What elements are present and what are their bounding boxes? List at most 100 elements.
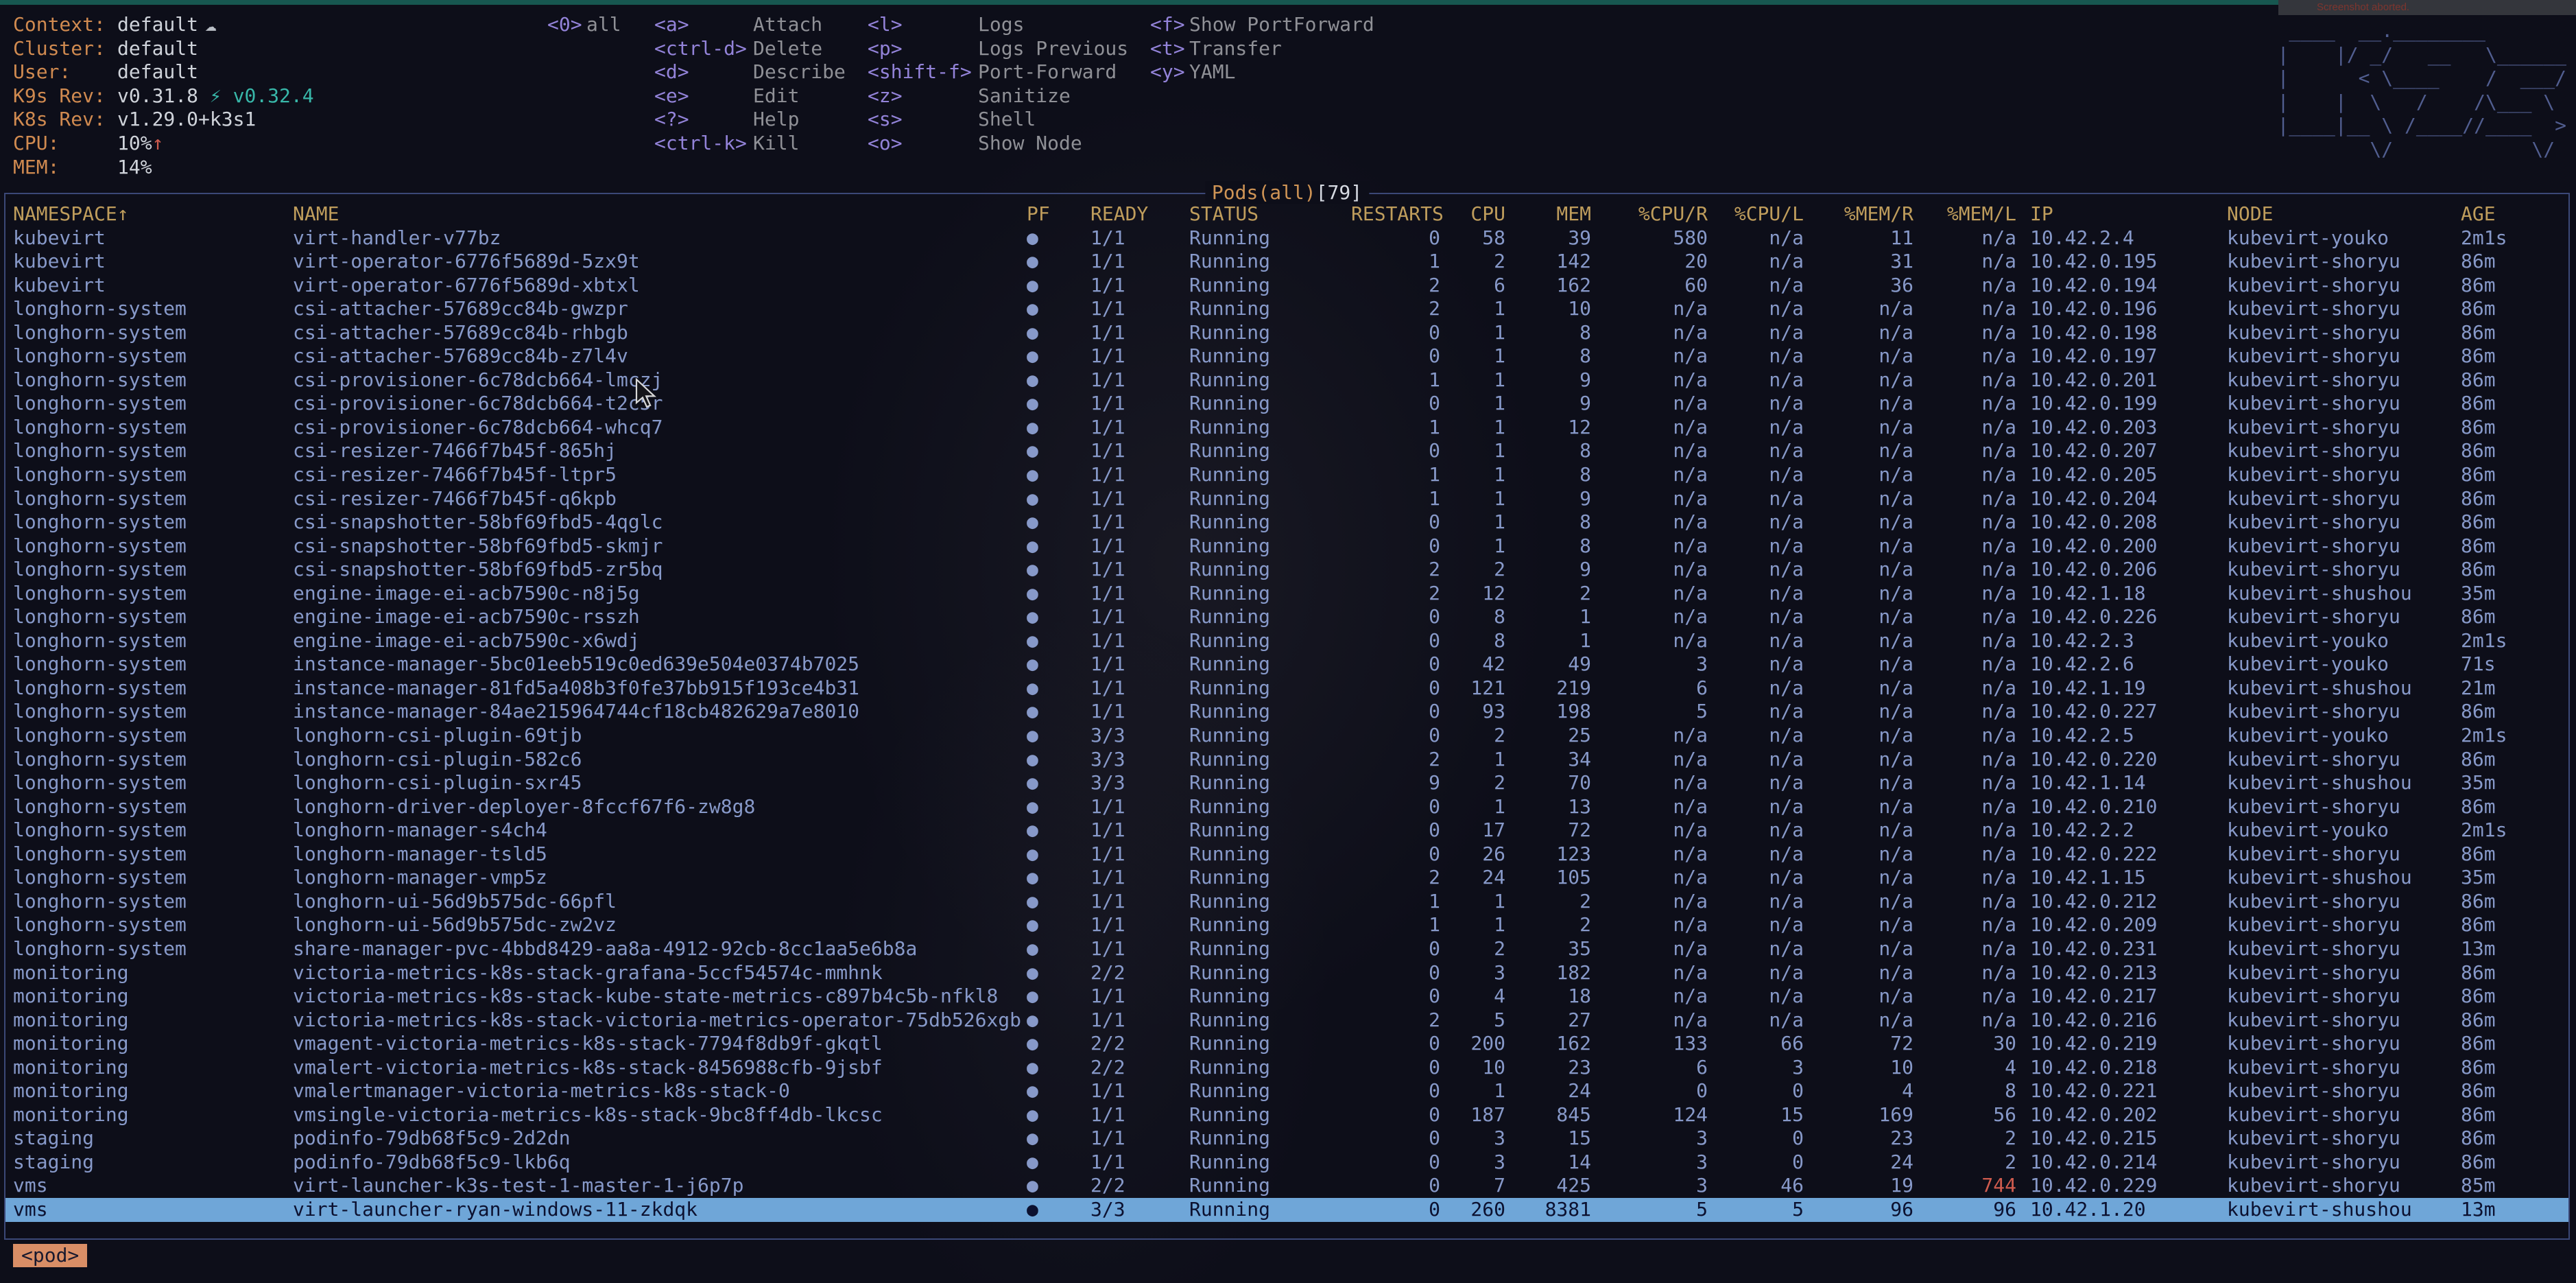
table-row[interactable]: longhorn-systemlonghorn-manager-vmp5z●1/… [5, 866, 2568, 890]
table-row[interactable]: monitoringvmalert-victoria-metrics-k8s-s… [5, 1056, 2568, 1080]
menu-label: Edit [753, 84, 799, 107]
cell-ns: monitoring [13, 1056, 293, 1080]
cell-memr: n/a [1804, 1009, 1913, 1033]
cell-cpu: 2 [1440, 250, 1505, 274]
cell-age: 86m [2461, 748, 2568, 772]
table-row[interactable]: longhorn-systemengine-image-ei-acb7590c-… [5, 629, 2568, 653]
table-row[interactable]: longhorn-systemlonghorn-manager-s4ch4●1/… [5, 819, 2568, 843]
table-row[interactable]: longhorn-systemlonghorn-csi-plugin-582c6… [5, 748, 2568, 772]
table-row[interactable]: longhorn-systemcsi-attacher-57689cc84b-r… [5, 321, 2568, 345]
cell-age: 86m [2461, 558, 2568, 582]
cell-ready: 1/1 [1090, 274, 1189, 298]
pf-dot-icon: ● [1027, 652, 1090, 676]
table-header-row: NAMESPACE↑NAMEPFREADYSTATUSRESTARTSCPUME… [5, 202, 2568, 226]
table-row[interactable]: vmsvirt-launcher-k3s-test-1-master-1-j6p… [5, 1174, 2568, 1198]
table-row[interactable]: longhorn-systemlonghorn-ui-56d9b575dc-66… [5, 890, 2568, 914]
table-row[interactable]: monitoringvmalertmanager-victoria-metric… [5, 1079, 2568, 1103]
hotkey-menu-col-3: <f>Show PortForward<t>Transfer<y>YAML [1150, 13, 1374, 84]
table-row[interactable]: longhorn-systemcsi-provisioner-6c78dcb66… [5, 416, 2568, 440]
cell-ready: 1/1 [1090, 605, 1189, 629]
cell-ip: 10.42.1.15 [2016, 866, 2227, 890]
cell-ip: 10.42.2.5 [2016, 724, 2227, 748]
table-row[interactable]: longhorn-systemcsi-resizer-7466f7b45f-q6… [5, 487, 2568, 511]
cell-ip: 10.42.0.229 [2016, 1174, 2227, 1198]
cell-node: kubevirt-shoryu [2227, 843, 2461, 867]
table-row[interactable]: kubevirtvirt-operator-6776f5689d-xbtxl●1… [5, 274, 2568, 298]
table-row[interactable]: monitoringvictoria-metrics-k8s-stack-kub… [5, 985, 2568, 1009]
cell-meml: n/a [1913, 510, 2016, 534]
col-header-memr: %MEM/R [1804, 202, 1913, 226]
table-row[interactable]: longhorn-systemcsi-provisioner-6c78dcb66… [5, 368, 2568, 392]
table-row[interactable]: longhorn-systemcsi-snapshotter-58bf69fbd… [5, 510, 2568, 534]
table-row[interactable]: longhorn-systemlonghorn-ui-56d9b575dc-zw… [5, 913, 2568, 937]
table-row[interactable]: longhorn-systemcsi-resizer-7466f7b45f-lt… [5, 463, 2568, 487]
cell-memr: n/a [1804, 629, 1913, 653]
table-row[interactable]: longhorn-systemcsi-attacher-57689cc84b-g… [5, 297, 2568, 321]
cell-name: longhorn-manager-s4ch4 [293, 819, 1027, 843]
cell-cpur: n/a [1591, 985, 1708, 1009]
cell-ip: 10.42.0.210 [2016, 795, 2227, 819]
cell-mem: 10 [1505, 297, 1591, 321]
cell-cpu: 8 [1440, 605, 1505, 629]
cell-mem: 24 [1505, 1079, 1591, 1103]
table-row[interactable]: stagingpodinfo-79db68f5c9-2d2dn●1/1Runni… [5, 1127, 2568, 1151]
cell-ready: 1/1 [1090, 700, 1189, 724]
table-row[interactable]: longhorn-systemengine-image-ei-acb7590c-… [5, 582, 2568, 606]
table-row[interactable]: monitoringvmsingle-victoria-metrics-k8s-… [5, 1103, 2568, 1127]
cell-status: Running [1189, 368, 1351, 392]
table-row[interactable]: longhorn-systeminstance-manager-81fd5a40… [5, 676, 2568, 701]
cell-memr: 36 [1804, 274, 1913, 298]
table-row[interactable]: monitoringvictoria-metrics-k8s-stack-vic… [5, 1009, 2568, 1033]
cell-cpu: 17 [1440, 819, 1505, 843]
table-row[interactable]: longhorn-systemlonghorn-driver-deployer-… [5, 795, 2568, 819]
col-header-cpul: %CPU/L [1708, 202, 1804, 226]
cell-name: virt-operator-6776f5689d-5zx9t [293, 250, 1027, 274]
cell-status: Running [1189, 961, 1351, 985]
table-row[interactable]: longhorn-systeminstance-manager-84ae2159… [5, 700, 2568, 724]
cell-name: podinfo-79db68f5c9-lkb6q [293, 1151, 1027, 1175]
cell-memr: 19 [1804, 1174, 1913, 1198]
table-row[interactable]: longhorn-systemlonghorn-csi-plugin-sxr45… [5, 771, 2568, 795]
table-row[interactable]: longhorn-systemlonghorn-manager-tsld5●1/… [5, 843, 2568, 867]
table-row[interactable]: longhorn-systemcsi-resizer-7466f7b45f-86… [5, 439, 2568, 463]
table-row[interactable]: longhorn-systemcsi-attacher-57689cc84b-z… [5, 344, 2568, 368]
cell-age: 86m [2461, 344, 2568, 368]
table-row[interactable]: stagingpodinfo-79db68f5c9-lkb6q●1/1Runni… [5, 1151, 2568, 1175]
cell-ready: 1/1 [1090, 297, 1189, 321]
table-row[interactable]: vmsvirt-launcher-ryan-windows-11-zkdqk●3… [5, 1198, 2568, 1222]
cell-node: kubevirt-shoryu [2227, 534, 2461, 558]
table-row[interactable]: longhorn-systemcsi-provisioner-6c78dcb66… [5, 392, 2568, 416]
table-row[interactable]: longhorn-systemshare-manager-pvc-4bbd842… [5, 937, 2568, 961]
cell-ip: 10.42.0.221 [2016, 1079, 2227, 1103]
cell-ns: longhorn-system [13, 700, 293, 724]
cell-ready: 1/1 [1090, 652, 1189, 676]
cell-restarts: 0 [1351, 676, 1440, 701]
pf-dot-icon: ● [1027, 1127, 1090, 1151]
cell-node: kubevirt-shoryu [2227, 913, 2461, 937]
cell-ns: kubevirt [13, 274, 293, 298]
cell-ip: 10.42.0.226 [2016, 605, 2227, 629]
cell-cpul: n/a [1708, 795, 1804, 819]
table-row[interactable]: longhorn-systemlonghorn-csi-plugin-69tjb… [5, 724, 2568, 748]
cell-ns: longhorn-system [13, 913, 293, 937]
table-row[interactable]: longhorn-systeminstance-manager-5bc01eeb… [5, 652, 2568, 676]
cell-name: share-manager-pvc-4bbd8429-aa8a-4912-92c… [293, 937, 1027, 961]
cell-cpul: n/a [1708, 534, 1804, 558]
table-row[interactable]: kubevirtvirt-handler-v77bz●1/1Running058… [5, 226, 2568, 250]
table-row[interactable]: longhorn-systemcsi-snapshotter-58bf69fbd… [5, 558, 2568, 582]
table-row[interactable]: monitoringvictoria-metrics-k8s-stack-gra… [5, 961, 2568, 985]
table-row[interactable]: monitoringvmagent-victoria-metrics-k8s-s… [5, 1032, 2568, 1056]
cell-meml: n/a [1913, 937, 2016, 961]
cell-cpu: 2 [1440, 937, 1505, 961]
cell-cpu: 3 [1440, 1127, 1505, 1151]
breadcrumb[interactable]: <pod> [13, 1244, 87, 1267]
table-row[interactable]: longhorn-systemengine-image-ei-acb7590c-… [5, 605, 2568, 629]
cell-meml: n/a [1913, 629, 2016, 653]
table-row[interactable]: longhorn-systemcsi-snapshotter-58bf69fbd… [5, 534, 2568, 558]
table-row[interactable]: kubevirtvirt-operator-6776f5689d-5zx9t●1… [5, 250, 2568, 274]
cell-ip: 10.42.0.203 [2016, 416, 2227, 440]
cell-cpul: 15 [1708, 1103, 1804, 1127]
col-header-age: AGE [2461, 202, 2568, 226]
pods-frame: Pods(all)[79] NAMESPACE↑NAMEPFREADYSTATU… [4, 193, 2570, 1240]
cell-mem: 12 [1505, 416, 1591, 440]
